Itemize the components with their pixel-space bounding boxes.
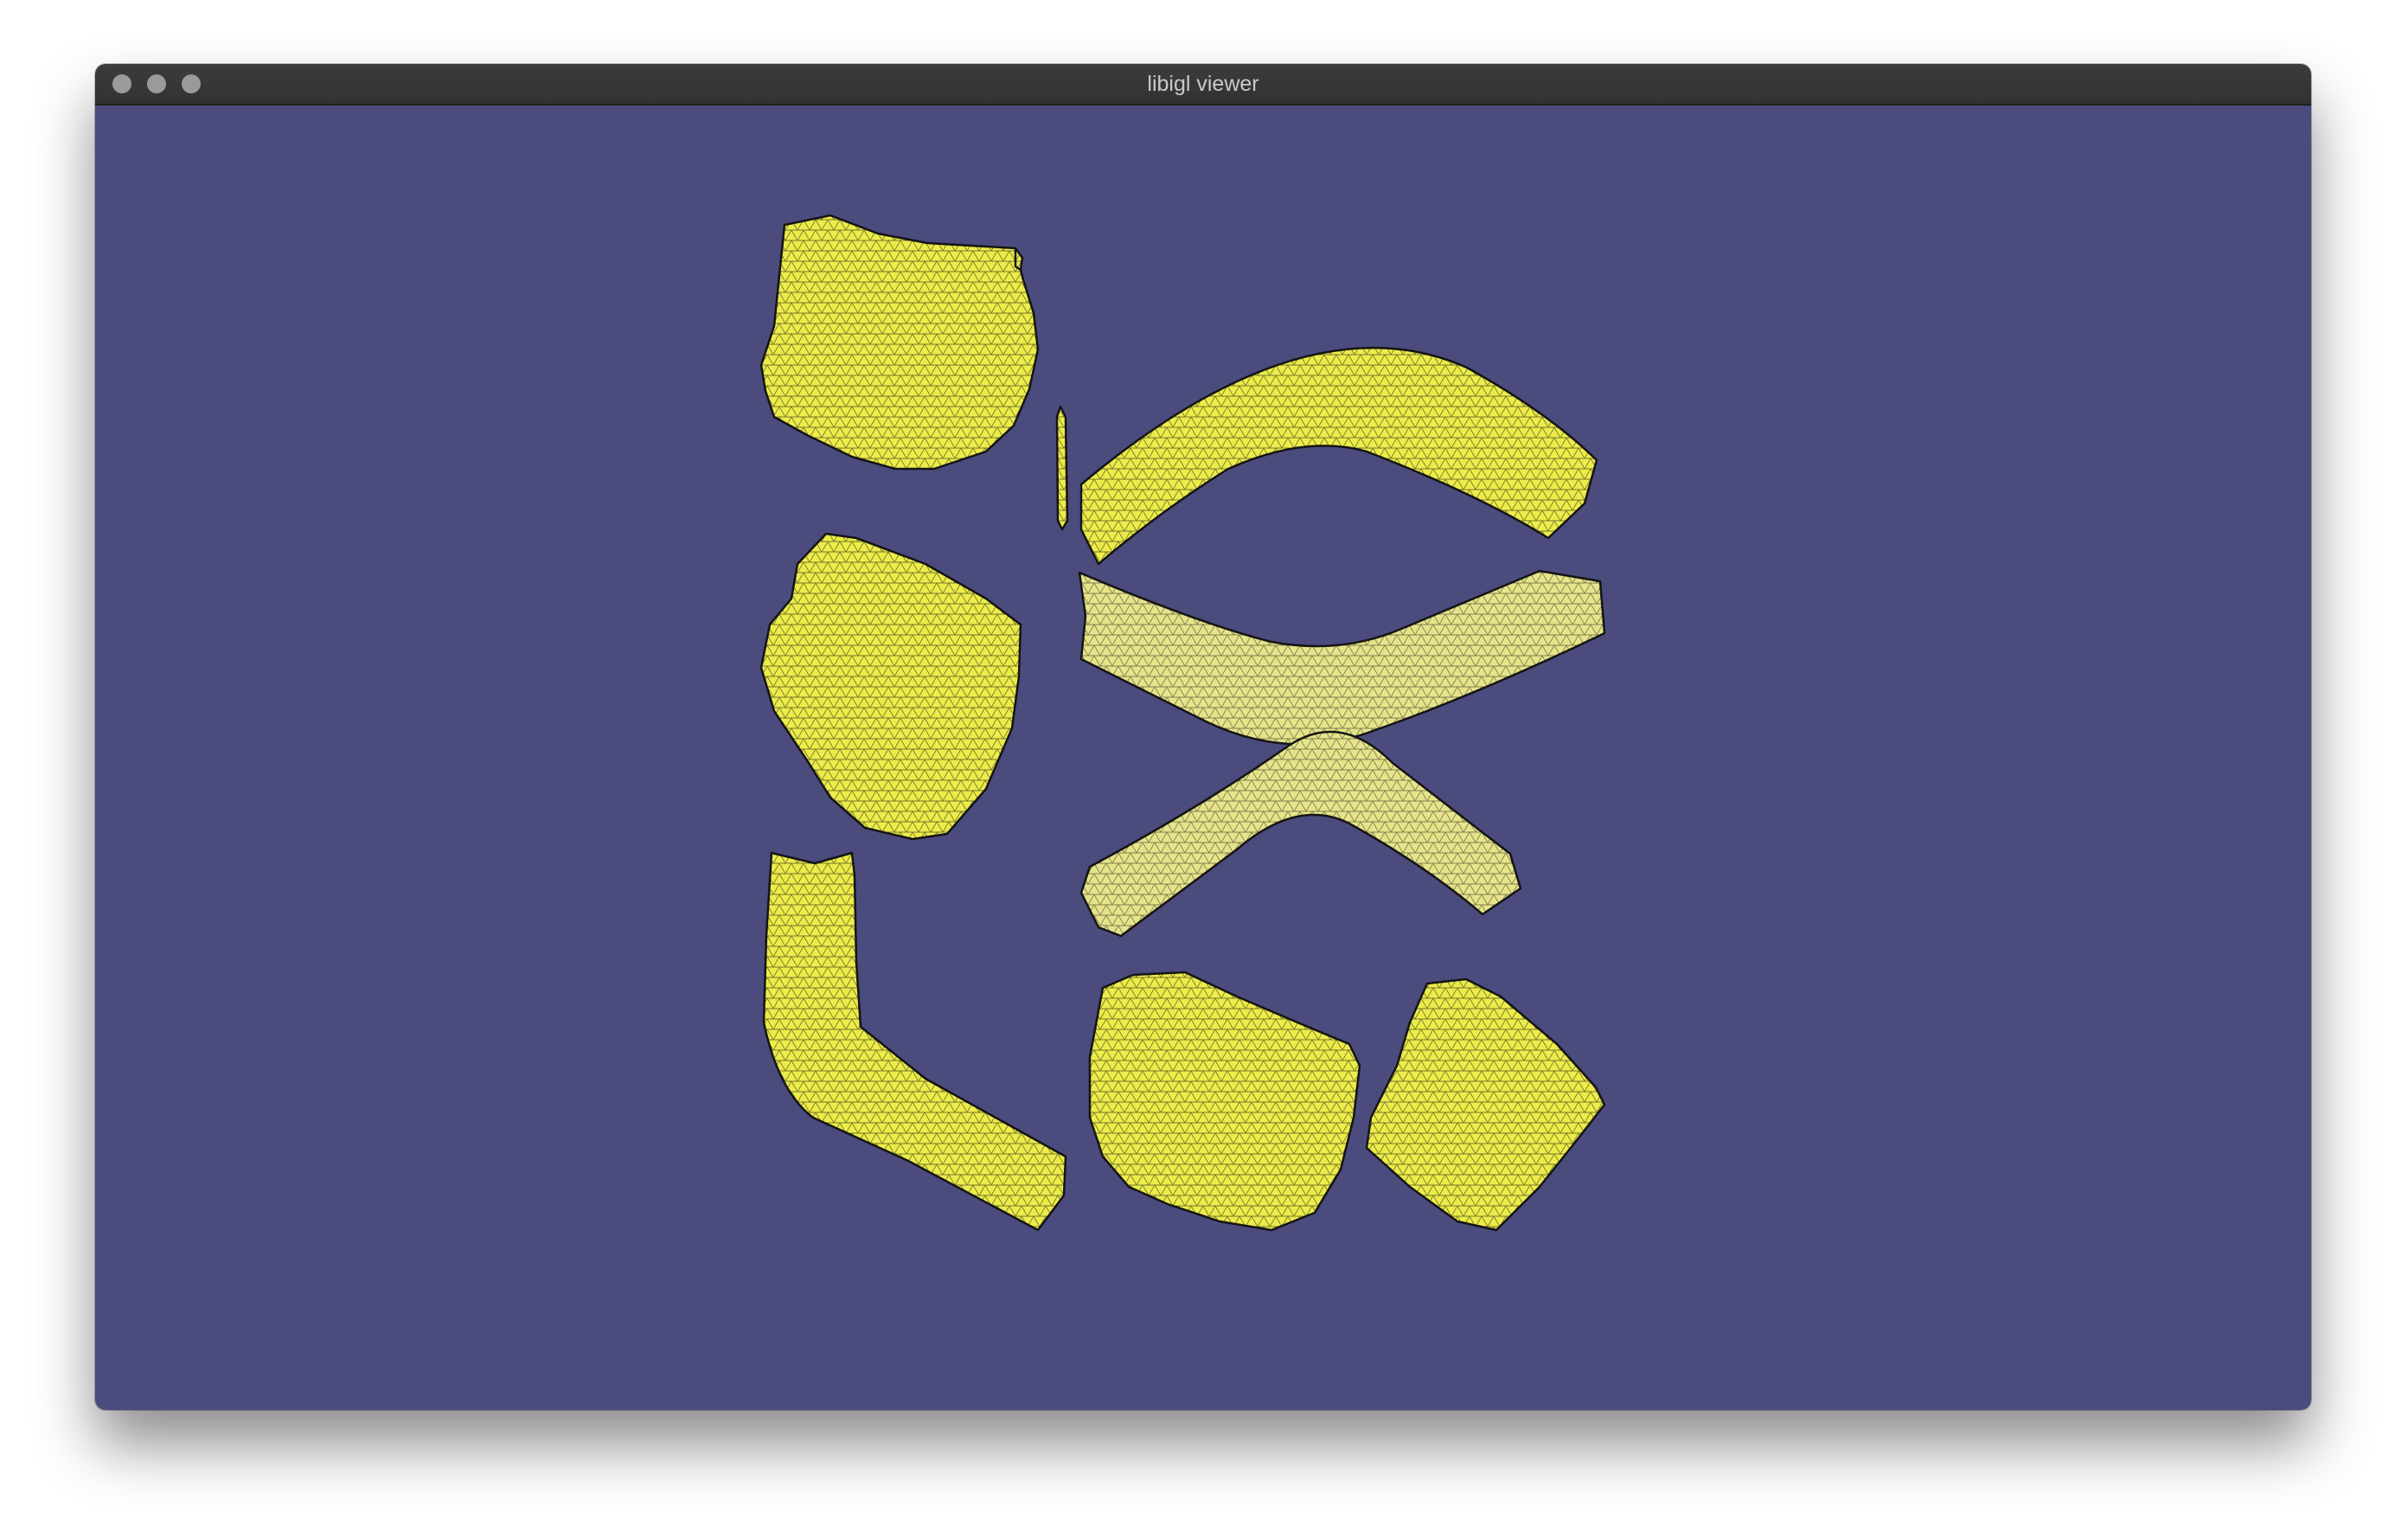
mesh-patch-10 <box>1014 247 1024 272</box>
uv-layout-plot <box>759 214 1606 1232</box>
mesh-patch-5 <box>1078 569 1606 746</box>
title-bar[interactable]: libigl viewer <box>95 64 2311 106</box>
mesh-patch-3 <box>1079 346 1598 566</box>
mesh-patch-6 <box>1079 730 1522 938</box>
mesh-patch-2 <box>1055 405 1069 531</box>
viewer-canvas[interactable] <box>95 106 2311 1410</box>
mesh-patch-1 <box>759 214 1040 471</box>
mesh-patch-8 <box>1088 971 1361 1232</box>
window-title: libigl viewer <box>1147 72 1259 96</box>
mesh-patch-4 <box>759 532 1022 841</box>
mesh-patch-7 <box>762 851 1067 1232</box>
app-window: libigl viewer <box>95 64 2311 1410</box>
mesh-patch-9 <box>1365 977 1606 1232</box>
